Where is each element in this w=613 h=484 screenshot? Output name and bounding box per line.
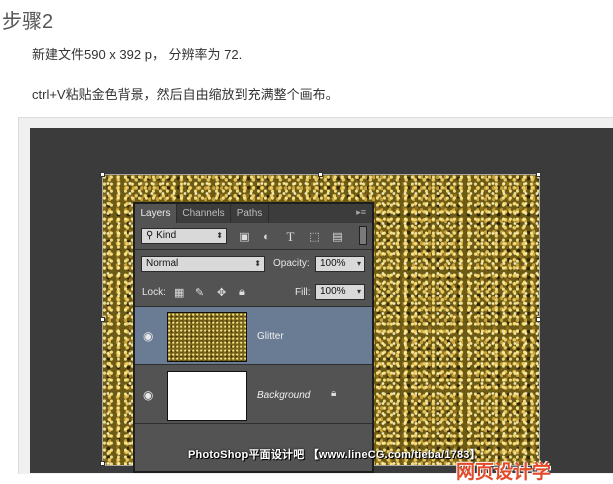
search-icon: ⚲ bbox=[146, 230, 157, 241]
panel-tab-bar: Layers Channels Paths ▸≡ bbox=[135, 204, 372, 223]
step-title: 步骤2 bbox=[2, 11, 54, 33]
select-arrows-icon: ⬍ bbox=[216, 231, 223, 240]
filter-toggle-switch[interactable] bbox=[359, 226, 367, 245]
transform-handle-middle-left[interactable] bbox=[100, 317, 105, 322]
eye-icon[interactable]: ◉ bbox=[143, 329, 153, 343]
separator bbox=[135, 249, 372, 250]
type-filter-icon[interactable]: T bbox=[283, 230, 298, 244]
eye-icon[interactable]: ◉ bbox=[143, 388, 153, 402]
layer-row-glitter[interactable]: ◉ Glitter bbox=[135, 307, 372, 365]
instruction-line-1: 新建文件590 x 392 p， 分辨率为 72. bbox=[32, 47, 243, 62]
lock-transparent-icon[interactable]: ▦ bbox=[174, 286, 184, 299]
opacity-value: 100% bbox=[320, 258, 346, 269]
tab-paths[interactable]: Paths bbox=[231, 204, 269, 223]
tab-channels[interactable]: Channels bbox=[177, 204, 231, 223]
adjustment-filter-icon[interactable]: ◐ bbox=[259, 230, 274, 244]
layer-lock-icon: 🔒︎ bbox=[331, 388, 337, 399]
site-logo: 网页设计学 bbox=[456, 457, 551, 484]
filter-kind-select[interactable]: ⚲ Kind ⬍ bbox=[141, 228, 227, 244]
layer-thumbnail-background bbox=[167, 371, 247, 421]
fill-field[interactable]: 100% ▾ bbox=[315, 284, 365, 300]
filter-kind-value: Kind bbox=[156, 230, 177, 241]
layer-name[interactable]: Glitter bbox=[257, 331, 284, 342]
transform-handle-top-center[interactable] bbox=[318, 172, 323, 177]
blend-mode-value: Normal bbox=[146, 258, 179, 269]
lock-paint-icon[interactable]: ✎ bbox=[195, 286, 204, 299]
select-arrows-icon: ⬍ bbox=[254, 259, 261, 268]
blend-mode-select[interactable]: Normal ⬍ bbox=[141, 256, 265, 272]
layers-panel: Layers Channels Paths ▸≡ ⚲ Kind ⬍ ▣ ◐ T … bbox=[133, 202, 374, 473]
transform-handle-bottom-left[interactable] bbox=[100, 461, 105, 466]
layer-row-background[interactable]: ◉ Background 🔒︎ bbox=[135, 366, 372, 424]
watermark-text: PhotoShop平面设计吧 【www.lineCG.com/tieba/178… bbox=[188, 449, 481, 461]
opacity-label: Opacity: bbox=[273, 258, 310, 269]
panel-menu-icon[interactable]: ▸≡ bbox=[356, 207, 366, 218]
fill-label: Fill: bbox=[295, 287, 311, 298]
image-filter-icon[interactable]: ▣ bbox=[237, 230, 252, 244]
shape-filter-icon[interactable]: ⬚ bbox=[307, 230, 322, 244]
dropdown-arrow-icon[interactable]: ▾ bbox=[357, 257, 361, 271]
smart-object-filter-icon[interactable]: ▤ bbox=[330, 230, 345, 244]
lock-position-icon[interactable]: ✥ bbox=[217, 286, 226, 299]
instruction-line-2: ctrl+V粘贴金色背景，然后自由缩放到充满整个画布。 bbox=[32, 87, 339, 102]
layer-thumbnail-glitter bbox=[167, 312, 247, 362]
lock-all-icon[interactable]: 🔒︎ bbox=[239, 286, 245, 299]
lock-label: Lock: bbox=[142, 287, 166, 298]
transform-handle-middle-right[interactable] bbox=[536, 317, 541, 322]
dropdown-arrow-icon[interactable]: ▾ bbox=[357, 285, 361, 299]
transform-handle-top-right[interactable] bbox=[536, 172, 541, 177]
fill-value: 100% bbox=[320, 286, 346, 297]
tab-layers[interactable]: Layers bbox=[135, 204, 177, 223]
transform-handle-top-left[interactable] bbox=[100, 172, 105, 177]
opacity-field[interactable]: 100% ▾ bbox=[315, 256, 365, 272]
layer-name[interactable]: Background bbox=[257, 390, 310, 401]
